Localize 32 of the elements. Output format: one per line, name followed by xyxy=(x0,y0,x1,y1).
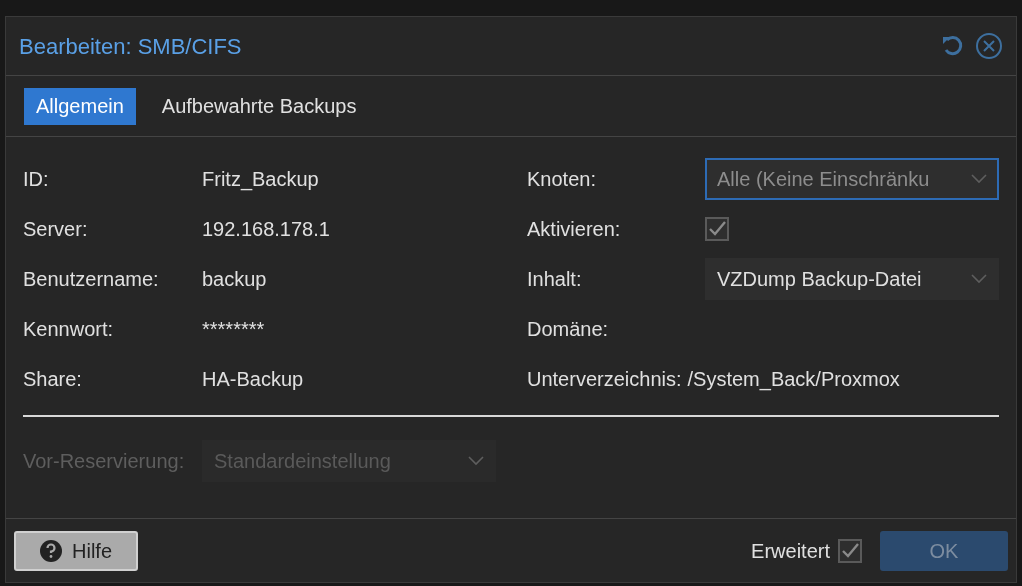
help-icon xyxy=(40,539,62,562)
field-label: Unterverzeichnis: xyxy=(527,367,682,392)
field-label: Vor-Reservierung: xyxy=(23,448,186,474)
window-title: Bearbeiten: SMB/CIFS xyxy=(19,32,242,61)
checkbox-label: Erweitert xyxy=(751,538,830,564)
chevron-down-icon xyxy=(971,174,987,184)
field-value: /System_Back/Proxmox xyxy=(687,367,900,393)
field-label: Inhalt: xyxy=(527,267,583,292)
tab[interactable]: Allgemein xyxy=(24,87,136,125)
field-label: Kennwort: xyxy=(23,317,115,342)
dropdown-field[interactable]: Alle (Keine Einschränku xyxy=(705,158,999,200)
field-value: 192.168.178.1 xyxy=(202,217,330,242)
field-label: Benutzername: xyxy=(23,267,160,292)
field-label: Knoten: xyxy=(527,167,597,192)
field-label: Aktivieren: xyxy=(527,217,622,242)
reset-icon[interactable] xyxy=(941,34,965,58)
field-label: Server: xyxy=(23,217,89,242)
dropdown-field[interactable]: VZDump Backup-Datei xyxy=(705,258,999,300)
field-value: ******** xyxy=(202,317,265,342)
checkbox[interactable] xyxy=(705,217,729,241)
tab[interactable]: Aufbewahrte Backups xyxy=(149,87,369,125)
chevron-down-icon xyxy=(468,455,484,466)
checkbox[interactable] xyxy=(838,538,862,563)
field-label: Domäne: xyxy=(527,317,610,342)
help-button[interactable]: Hilfe xyxy=(14,530,138,571)
close-icon[interactable] xyxy=(975,32,1003,60)
field-value: backup xyxy=(202,267,267,292)
chevron-down-icon xyxy=(971,274,987,284)
field-label: ID: xyxy=(23,167,50,192)
field-value: Fritz_Backup xyxy=(202,167,319,193)
field-value: HA-Backup xyxy=(202,367,304,392)
field-label: Share: xyxy=(23,367,83,392)
